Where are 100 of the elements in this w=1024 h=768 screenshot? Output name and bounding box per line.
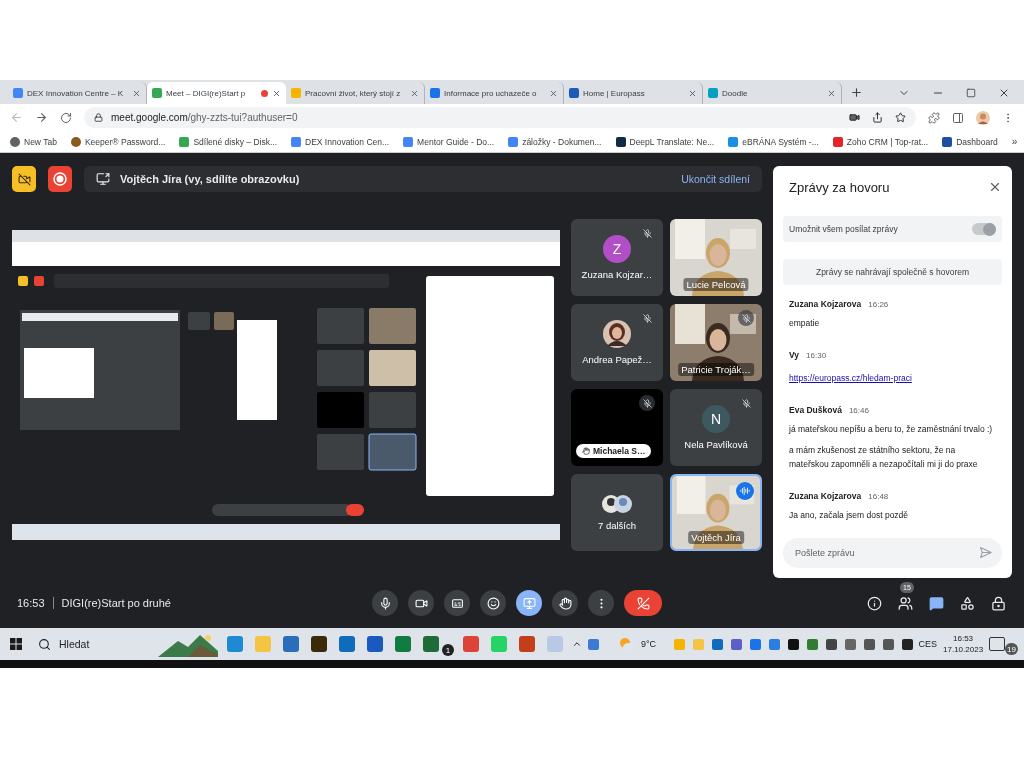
restore-icon[interactable] [966, 88, 976, 98]
meeting-title: DIGI(re)Start po druhé [61, 597, 171, 609]
hand-button[interactable] [552, 590, 578, 616]
tray-icon[interactable] [787, 638, 799, 650]
new-tab-icon[interactable] [850, 86, 863, 99]
mic-button[interactable] [372, 590, 398, 616]
side-panel-icon[interactable] [952, 111, 964, 124]
close-tab-icon[interactable] [272, 88, 281, 98]
tray-icon[interactable] [825, 638, 837, 650]
camera-button[interactable] [408, 590, 434, 616]
site-icon [10, 136, 20, 147]
close-button[interactable] [988, 180, 1002, 194]
sender-name: Eva Dušková [789, 405, 842, 415]
notifications-icon[interactable] [989, 637, 1006, 651]
language-indicator[interactable]: CES [918, 639, 938, 649]
people-icon [898, 595, 913, 611]
site-icon [152, 88, 162, 98]
participant-name: Lucie Pelcová [683, 278, 749, 291]
bookmark[interactable]: Keeper® Password... [70, 136, 166, 147]
captions-icon [450, 596, 464, 610]
send-icon[interactable] [979, 546, 992, 559]
toggle-switch[interactable] [972, 223, 996, 235]
lock-icon [991, 595, 1006, 611]
site-icon [291, 88, 301, 98]
bookmark[interactable]: Sdílené disky – Disk... [179, 136, 277, 147]
profile-avatar-icon[interactable] [976, 110, 990, 125]
site-icon [508, 136, 519, 147]
hang-up-icon [636, 596, 650, 610]
share-icon[interactable] [872, 112, 883, 123]
hang-up-button[interactable] [624, 590, 662, 616]
chat-button[interactable] [929, 595, 944, 611]
clock[interactable]: 16:53 17.10.2023 [943, 633, 984, 655]
recording-button[interactable] [48, 166, 72, 192]
close-tab-icon[interactable] [688, 88, 697, 98]
close-tab-icon[interactable] [549, 88, 558, 98]
forward-icon[interactable] [35, 111, 48, 124]
lock-icon [94, 113, 103, 122]
record-icon [53, 172, 67, 186]
site-icon [13, 88, 23, 98]
participant-name: Vojtěch Jíra [688, 531, 744, 544]
extensions-icon[interactable] [928, 111, 940, 124]
close-icon[interactable] [998, 87, 1010, 99]
name-label: Michaela S… [576, 444, 652, 458]
chevron-up-icon[interactable] [572, 639, 582, 649]
more-bookmarks-button[interactable]: » [1011, 136, 1018, 147]
bookmark[interactable]: eBRÁNA Systém -... [728, 136, 819, 147]
message-time: 16:26 [868, 300, 889, 309]
bookmark[interactable]: DeepL Translate: Ne... [615, 136, 715, 147]
bookmark[interactable]: záložky - Dokumen... [508, 136, 602, 147]
site-icon [942, 136, 953, 147]
close-tab-icon[interactable] [132, 88, 141, 98]
bookmark[interactable]: DEX Innovation Cen... [291, 136, 390, 147]
site-icon [291, 136, 301, 147]
captions-button[interactable] [444, 590, 470, 616]
info-button[interactable] [867, 595, 882, 611]
message-text: já mateřskou nepíšu a beru to, že zaměstnání trvalo :) [789, 423, 994, 436]
emoji-button[interactable] [480, 590, 506, 616]
info-icon [867, 595, 882, 611]
tray-icon[interactable] [901, 638, 913, 650]
sender-name: Zuzana Kojzarova [789, 299, 862, 309]
reload-icon[interactable] [60, 111, 72, 124]
site-icon [569, 88, 579, 98]
participant-name: Nela Pavlíková [684, 439, 748, 450]
message-text: empatie [789, 317, 821, 330]
present-button[interactable] [516, 590, 542, 616]
bookmark[interactable]: Zoho CRM | Top-rat... [832, 136, 929, 147]
avatar: N [702, 405, 730, 433]
lock-button[interactable] [991, 595, 1006, 611]
more-button[interactable] [588, 590, 614, 616]
camera-off-icon [17, 172, 31, 186]
camera-off-button[interactable] [12, 166, 36, 192]
app-icon[interactable] [311, 636, 327, 652]
stop-sharing-link[interactable]: Ukončit sdílení [681, 173, 750, 185]
avatar-icon [603, 320, 631, 348]
present-screen-icon [522, 596, 536, 610]
windows-logo-icon[interactable] [10, 638, 22, 650]
close-tab-icon[interactable] [410, 88, 419, 98]
bookmark[interactable]: Dashboard [942, 136, 998, 147]
hand-icon [582, 447, 590, 455]
star-icon[interactable] [895, 112, 906, 123]
allow-messages-label: Umožnit všem posílat zprávy [789, 224, 898, 234]
camera-icon[interactable] [849, 112, 860, 123]
activities-button[interactable] [960, 595, 975, 611]
participant-name: 7 dalších [598, 520, 636, 531]
participant-name: Zuzana Kojzar… [581, 269, 653, 280]
avatars-icon [600, 494, 634, 514]
meeting-time: 16:53 [17, 597, 45, 609]
close-tab-icon[interactable] [827, 88, 836, 98]
participant-name: Andrea Papež… [582, 354, 652, 365]
message-link[interactable]: https://europass.cz/hledam-praci [789, 373, 912, 383]
browser-tab[interactable]: Meet – DIGI(re)Start p [147, 82, 286, 104]
address-bar[interactable]: meet.google.com/ghy-zzts-tui?authuser=0 [84, 107, 916, 128]
site-icon [728, 136, 739, 147]
smiley-icon [486, 596, 500, 610]
bookmark[interactable]: Mentor Guide - Do... [403, 136, 495, 147]
taskbar-search[interactable]: Hledat [28, 631, 218, 657]
message-field[interactable]: Pošlete zprávu [783, 538, 1002, 568]
message-text: Ja ano, začala jsem dost pozdě [789, 509, 910, 522]
site-icon [615, 136, 626, 147]
bookmark[interactable]: New Tab [10, 136, 57, 147]
